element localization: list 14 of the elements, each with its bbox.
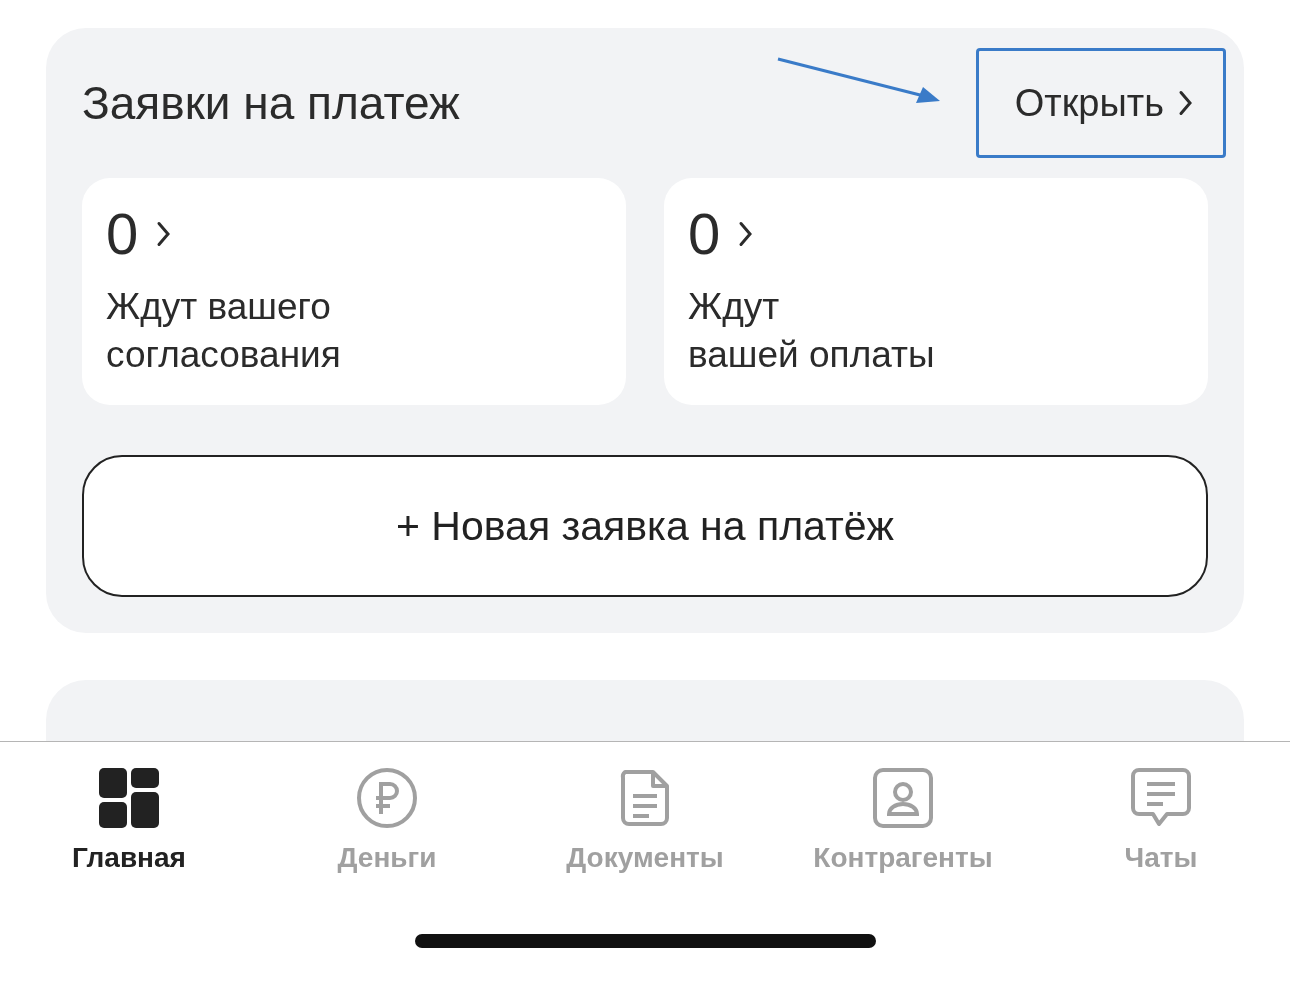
stat-label: Ждут вашего согласования <box>106 285 342 377</box>
stat-count: 0 <box>106 200 139 267</box>
chevron-icon <box>1178 88 1193 118</box>
card-title: Заявки на платеж <box>82 76 460 130</box>
tab[interactable]: Главная <box>0 766 258 874</box>
contact-icon <box>871 766 935 830</box>
stat-count: 0 <box>688 200 721 267</box>
stat-tile[interactable]: 0 Ждут вашей оплаты <box>664 178 1208 405</box>
stat-label: Ждут вашей оплаты <box>688 285 936 377</box>
stat-tile[interactable]: 0 Ждут вашего согласования <box>82 178 626 405</box>
open-button[interactable]: Открыть <box>975 48 1226 158</box>
new-request-button[interactable]: + Новая заявка на платёж <box>82 455 1208 597</box>
ruble-icon <box>355 766 419 830</box>
grid-icon <box>97 766 161 830</box>
